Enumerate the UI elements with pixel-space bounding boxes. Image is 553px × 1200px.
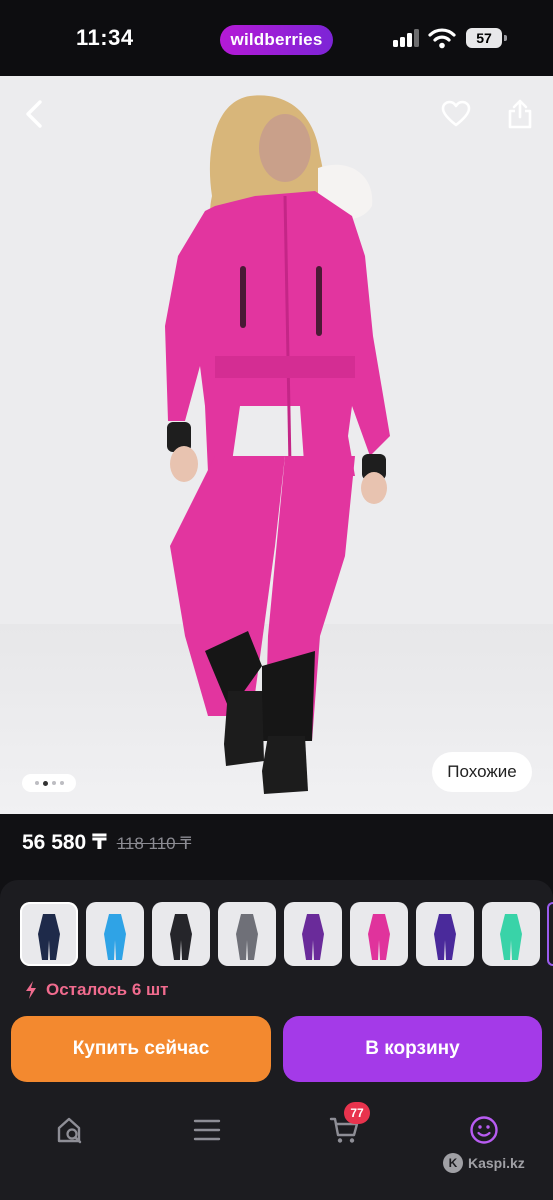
variant-figure bbox=[434, 914, 456, 960]
menu-icon bbox=[193, 1119, 221, 1141]
battery-indicator: 57 bbox=[466, 28, 507, 48]
buy-now-button[interactable]: Купить сейчас bbox=[11, 1016, 271, 1082]
carousel-dot-active bbox=[42, 780, 48, 786]
cart-count-badge: 77 bbox=[344, 1102, 370, 1124]
stock-text: Осталось 6 шт bbox=[46, 980, 169, 999]
variant-figure bbox=[236, 914, 258, 960]
favorite-button[interactable] bbox=[436, 94, 476, 134]
variant-thumb-grey[interactable] bbox=[218, 902, 276, 966]
similar-items-button[interactable]: Похожие bbox=[432, 752, 532, 792]
variant-thumb-purple[interactable] bbox=[284, 902, 342, 966]
variant-thumb-violet[interactable] bbox=[416, 902, 474, 966]
share-button[interactable] bbox=[500, 94, 540, 134]
carousel-dot bbox=[34, 781, 39, 785]
tab-profile[interactable] bbox=[464, 1110, 504, 1150]
watermark-text: Kaspi.kz bbox=[468, 1155, 525, 1171]
price-row: 56 580 ₸ 118 110 ₸ bbox=[22, 830, 191, 855]
variant-thumb-mint[interactable] bbox=[482, 902, 540, 966]
product-photo[interactable]: Похожие bbox=[0, 76, 553, 814]
bottom-tab-bar bbox=[0, 1102, 553, 1200]
variant-figure bbox=[170, 914, 192, 960]
lightning-icon bbox=[26, 981, 36, 999]
old-price: 118 110 ₸ bbox=[116, 834, 192, 853]
tab-home-search[interactable] bbox=[50, 1110, 90, 1150]
variant-figure bbox=[302, 914, 324, 960]
kaspi-logo-icon: K bbox=[443, 1153, 463, 1173]
home-search-icon bbox=[57, 1117, 82, 1144]
chevron-left-icon bbox=[26, 100, 42, 128]
wifi-icon bbox=[428, 28, 456, 49]
profile-icon bbox=[470, 1116, 498, 1144]
variant-figure bbox=[38, 914, 60, 960]
variant-thumb-pink[interactable] bbox=[350, 902, 408, 966]
add-to-cart-button[interactable]: В корзину bbox=[283, 1016, 542, 1082]
heart-icon bbox=[441, 100, 471, 127]
variant-figure bbox=[500, 914, 522, 960]
brand-logo: wildberries bbox=[220, 25, 333, 55]
back-button[interactable] bbox=[14, 94, 54, 134]
variant-thumb-sky-blue[interactable] bbox=[86, 902, 144, 966]
variant-thumb-black[interactable] bbox=[152, 902, 210, 966]
kaspi-watermark: K Kaspi.kz bbox=[443, 1153, 525, 1173]
current-price: 56 580 ₸ bbox=[22, 831, 107, 854]
more-variants-edge[interactable] bbox=[547, 902, 553, 966]
status-bar: 11:34 wildberries 57 bbox=[0, 0, 553, 76]
carousel-dot bbox=[51, 781, 56, 785]
tab-catalog[interactable] bbox=[187, 1110, 227, 1150]
share-icon bbox=[508, 99, 532, 129]
color-variants-list[interactable] bbox=[20, 902, 553, 966]
product-image-jumpsuit bbox=[165, 95, 390, 794]
carousel-dot bbox=[59, 781, 64, 785]
variant-figure bbox=[104, 914, 126, 960]
variant-thumb-navy[interactable] bbox=[20, 902, 78, 966]
status-time: 11:34 bbox=[76, 25, 134, 50]
variant-figure bbox=[368, 914, 390, 960]
carousel-indicator bbox=[22, 774, 76, 792]
stock-remaining: Осталось 6 шт bbox=[24, 980, 169, 1000]
cellular-signal-icon bbox=[393, 29, 421, 47]
